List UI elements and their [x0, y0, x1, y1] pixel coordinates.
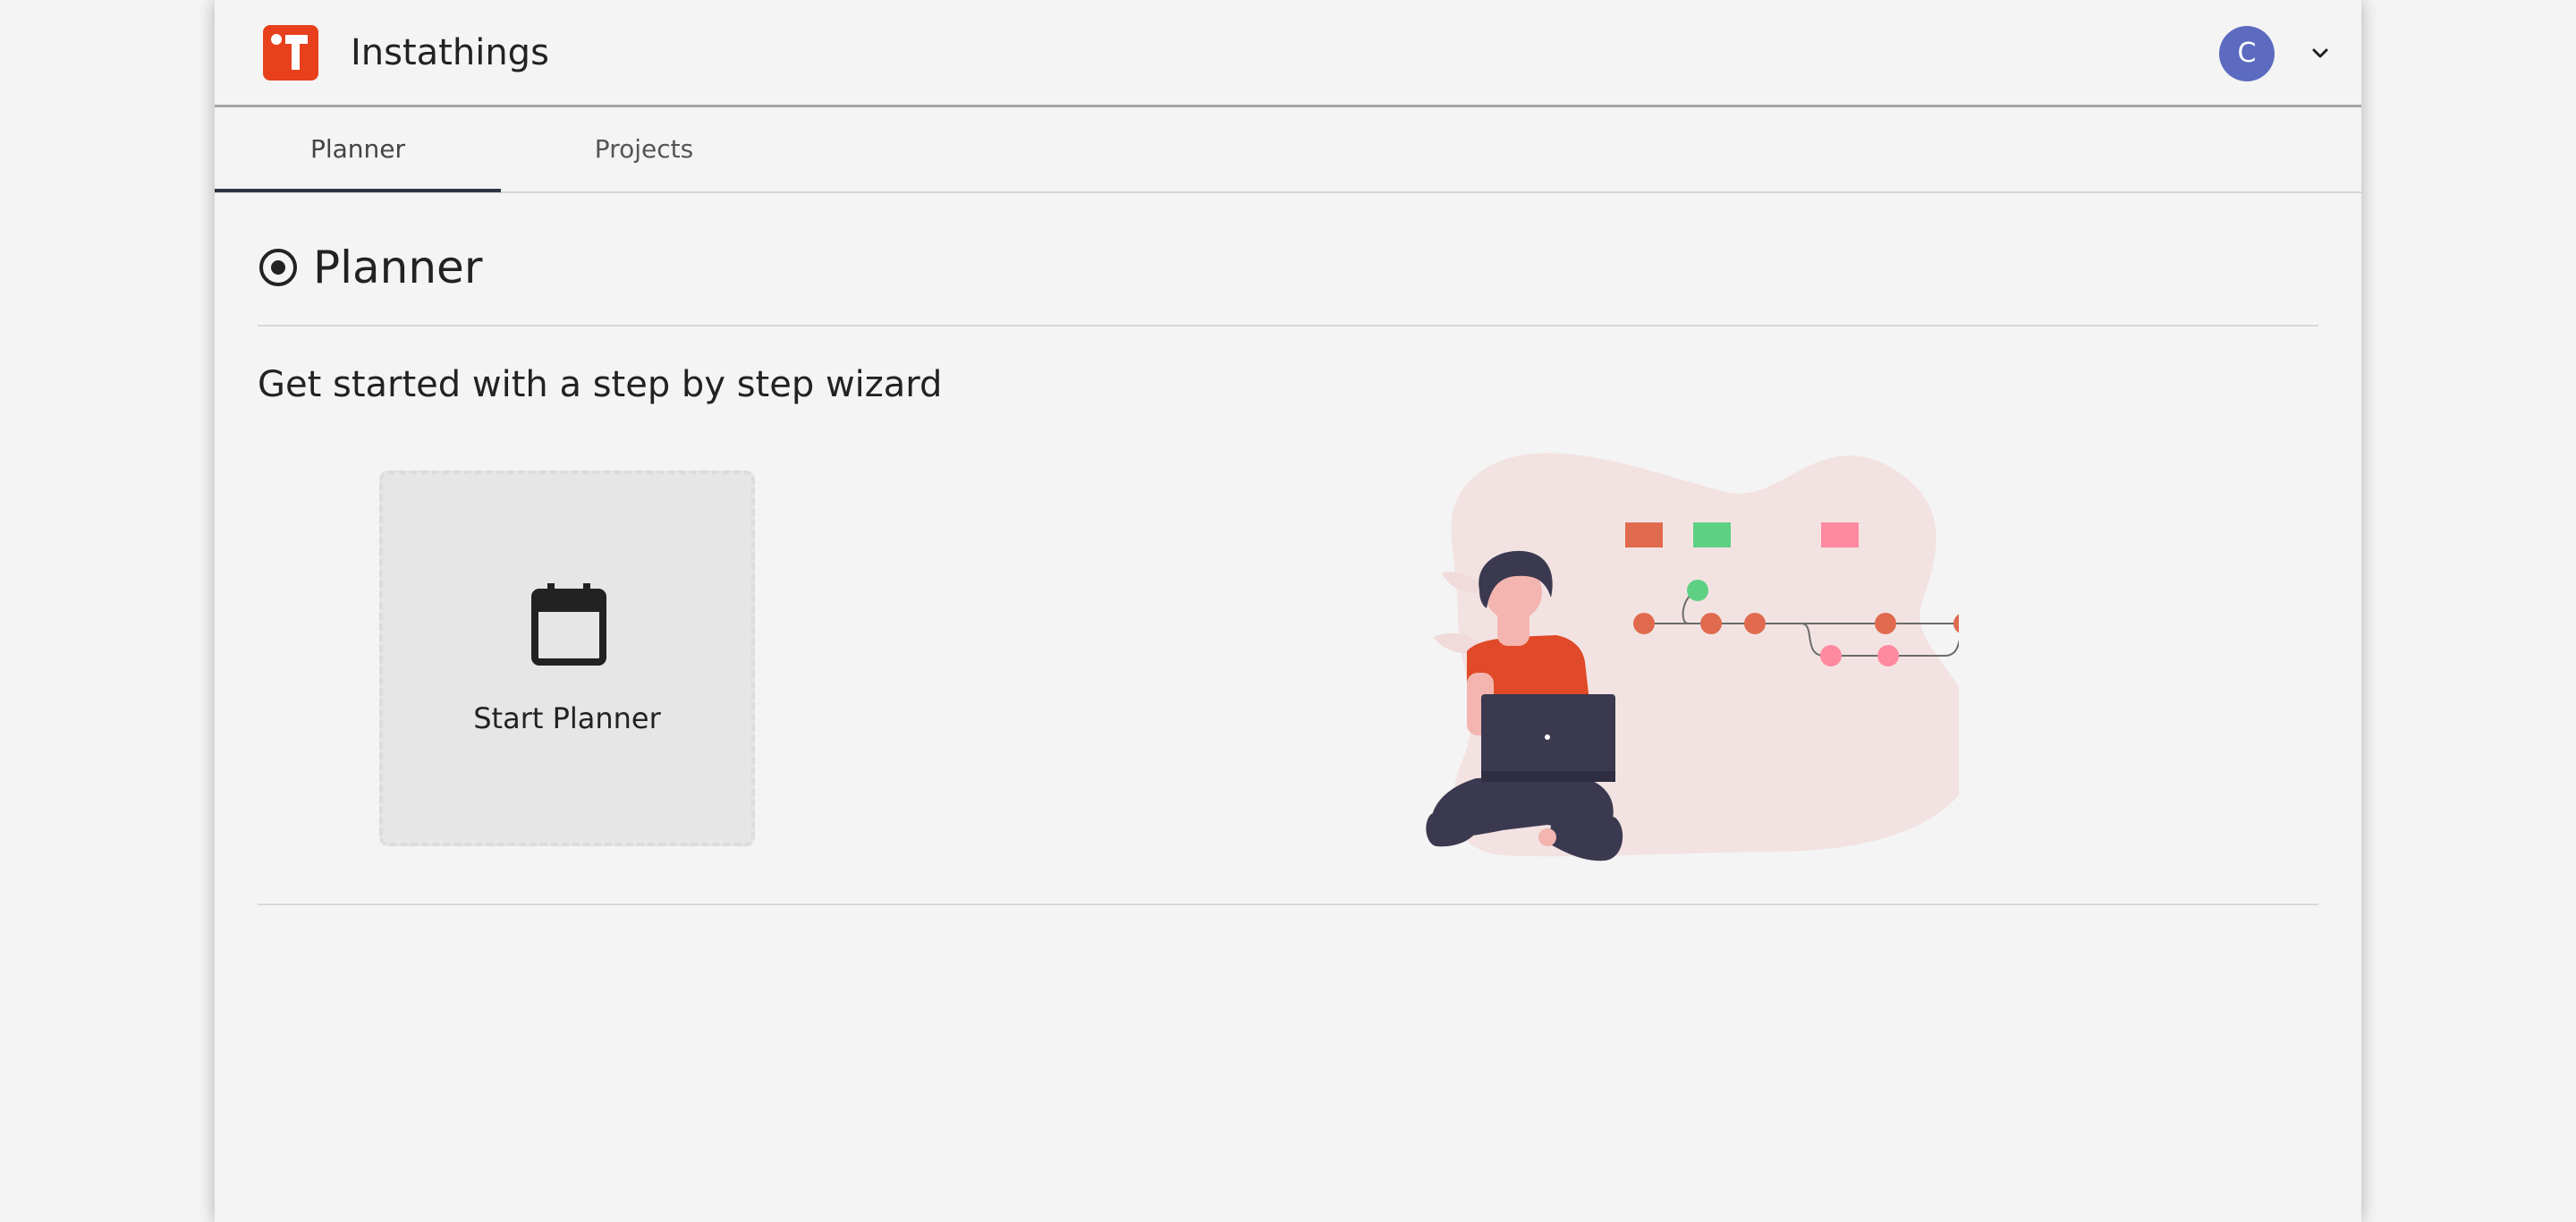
tab-projects[interactable]: Projects: [501, 107, 787, 191]
instathings-logo-icon[interactable]: [263, 25, 318, 81]
tab-planner[interactable]: Planner: [215, 107, 501, 192]
app-window: Instathings C Planner Projects Planner G…: [215, 0, 2361, 1222]
page-title: Planner: [313, 242, 483, 293]
app-title: Instathings: [351, 32, 549, 73]
calendar-icon: [531, 583, 606, 666]
start-planner-button[interactable]: Start Planner: [379, 471, 755, 846]
tab-bar: Planner Projects: [215, 107, 2361, 193]
title-divider: [258, 325, 2318, 327]
top-bar: Instathings C: [215, 0, 2361, 107]
start-planner-label: Start Planner: [473, 701, 661, 735]
radio-target-icon: [259, 249, 297, 286]
user-avatar[interactable]: C: [2219, 26, 2275, 81]
person-with-laptop-timeline-illustration: [1426, 453, 1959, 861]
chevron-down-icon[interactable]: [2304, 38, 2336, 70]
wizard-subheading: Get started with a step by step wizard: [258, 364, 943, 405]
content-divider: [258, 904, 2318, 905]
